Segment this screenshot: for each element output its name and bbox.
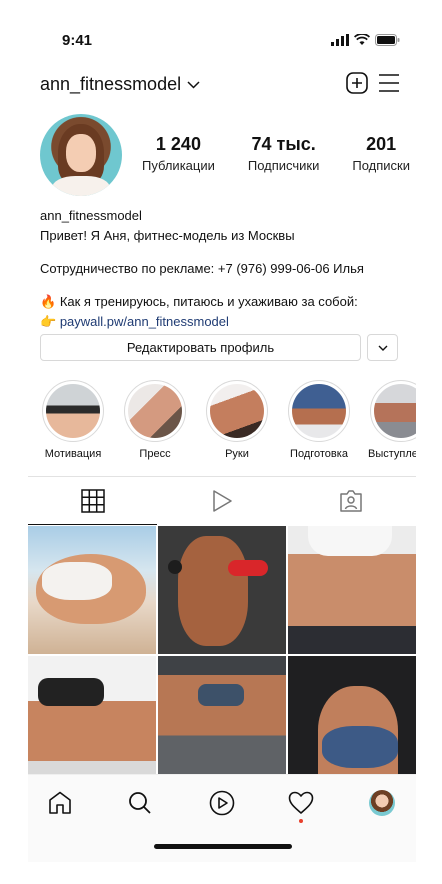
system-icons: [331, 34, 400, 46]
nav-reels[interactable]: [208, 789, 236, 817]
highlight-abs[interactable]: Пресс: [122, 380, 188, 460]
bio-line-3: 🔥 Как я тренируюсь, питаюсь и ухаживаю з…: [40, 292, 410, 312]
highlight-competitions[interactable]: Выступления: [368, 380, 416, 460]
bio-link-row: 👉 paywall.pw/ann_fitnessmodel: [40, 312, 410, 332]
stat-label: Подписки: [352, 158, 410, 173]
stat-value: 74 тыс.: [251, 134, 316, 154]
highlight-arms[interactable]: Руки: [204, 380, 270, 460]
profile-bio: ann_fitnessmodel Привет! Я Аня, фитнес-м…: [40, 206, 410, 332]
profile-tabs: [28, 476, 416, 525]
post-thumbnail[interactable]: [288, 526, 416, 654]
tab-tagged[interactable]: [286, 477, 415, 525]
tab-reels[interactable]: [157, 477, 286, 525]
cellular-signal-icon: [331, 34, 349, 46]
edit-profile-row: Редактировать профиль: [40, 334, 398, 361]
home-indicator: [154, 844, 292, 849]
bio-link[interactable]: paywall.pw/ann_fitnessmodel: [60, 314, 229, 329]
following-count[interactable]: 201 Подписки: [352, 134, 410, 173]
heart-icon: [288, 791, 314, 814]
profile-stats: 1 240 Публикации 74 тыс. Подписчики 201 …: [142, 134, 410, 173]
post-thumbnail[interactable]: [158, 656, 286, 784]
nav-home[interactable]: [46, 789, 74, 817]
bio-line-1: Привет! Я Аня, фитнес-модель из Москвы: [40, 228, 295, 243]
highlight-cover: [292, 384, 346, 438]
pointing-hand-emoji: 👉: [40, 314, 57, 329]
chevron-down-icon: [378, 345, 387, 351]
highlight-motivation[interactable]: Мотивация: [40, 380, 106, 460]
stat-label: Подписчики: [247, 158, 320, 173]
nav-profile[interactable]: [368, 789, 396, 817]
profile-avatar-small: [369, 790, 395, 816]
highlight-label: Подготовка: [290, 448, 348, 460]
fire-emoji: 🔥: [40, 294, 57, 309]
highlight-label: Руки: [225, 448, 249, 460]
posts-grid: [28, 526, 416, 784]
highlight-cover: [374, 384, 416, 438]
home-icon: [49, 791, 71, 814]
followers-count[interactable]: 74 тыс. Подписчики: [248, 134, 320, 173]
highlight-cover: [128, 384, 182, 438]
new-post-icon[interactable]: [346, 72, 368, 94]
edit-profile-button[interactable]: Редактировать профиль: [40, 334, 361, 361]
post-thumbnail[interactable]: [288, 656, 416, 784]
status-bar: 9:41: [28, 30, 416, 54]
tagged-person-icon: [339, 490, 362, 512]
status-time: 9:41: [62, 32, 93, 49]
bio-line-3-text: Как я тренируюсь, питаюсь и ухаживаю за …: [59, 294, 358, 309]
highlight-cover: [210, 384, 264, 438]
profile-header: ann_fitnessmodel: [28, 70, 416, 100]
battery-icon: [375, 34, 400, 46]
search-icon: [129, 792, 151, 814]
stat-label: Публикации: [142, 158, 215, 173]
bio-line-2: Сотрудничество по рекламе: +7 (976) 999-…: [40, 261, 364, 276]
bio-name: ann_fitnessmodel: [40, 208, 142, 223]
reels-play-icon: [212, 490, 232, 512]
grid-icon: [80, 488, 105, 513]
posts-count[interactable]: 1 240 Публикации: [142, 134, 215, 173]
account-switcher[interactable]: ann_fitnessmodel: [40, 74, 200, 95]
story-highlights: Мотивация Пресс Руки Подготовка Выступле…: [40, 380, 416, 464]
highlight-cover: [46, 384, 100, 438]
post-thumbnail[interactable]: [28, 656, 156, 784]
nav-activity[interactable]: [287, 789, 315, 817]
stat-value: 1 240: [155, 134, 201, 154]
chevron-down-icon: [187, 80, 200, 89]
instagram-profile-screen: 9:41 ann_fitnessmodel 1 240 Публикации 7…: [28, 0, 416, 884]
highlight-label: Выступления: [368, 448, 416, 460]
highlight-preparation[interactable]: Подготовка: [286, 380, 352, 460]
menu-icon[interactable]: [378, 72, 400, 94]
post-thumbnail[interactable]: [158, 526, 286, 654]
header-username: ann_fitnessmodel: [40, 74, 182, 94]
stat-value: 201: [366, 134, 397, 154]
profile-avatar[interactable]: [40, 114, 122, 196]
highlight-label: Мотивация: [44, 448, 102, 460]
activity-notification-dot: [299, 819, 303, 823]
wifi-icon: [354, 34, 370, 45]
highlight-label: Пресс: [139, 448, 171, 460]
nav-search[interactable]: [126, 789, 154, 817]
post-thumbnail[interactable]: [28, 526, 156, 654]
tab-posts-grid[interactable]: [28, 477, 157, 525]
reels-icon: [209, 790, 235, 816]
suggested-accounts-button[interactable]: [367, 334, 398, 361]
